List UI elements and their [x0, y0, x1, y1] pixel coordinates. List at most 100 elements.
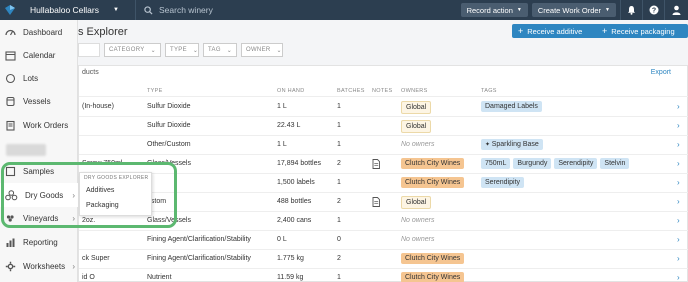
- chevron-right-icon[interactable]: ›: [677, 178, 680, 187]
- cell-tags: Damaged Labels: [481, 101, 542, 112]
- redacted-item: [6, 144, 46, 156]
- table-row[interactable]: ck Super Fining Agent/Clarification/Stabi…: [79, 250, 688, 269]
- cell-owners: No owners: [401, 141, 434, 148]
- column-header-type[interactable]: TYPE: [147, 88, 163, 94]
- column-header-tags[interactable]: TAGS: [481, 88, 497, 94]
- cell-on-hand: 22.43 L: [277, 122, 301, 129]
- table-row[interactable]: 2oz. Glass/Vessels 2,400 cans 1 No owners ›: [79, 212, 688, 231]
- table-row[interactable]: Other/Custom 1 L 1 No owners ✦ Sparkling Bas…: [79, 136, 688, 155]
- sidebar-item-dry-goods[interactable]: Dry Goods ›: [0, 183, 78, 207]
- note-icon[interactable]: [372, 159, 380, 171]
- samples-icon: [5, 166, 16, 176]
- column-header-owners[interactable]: OWNERS: [401, 88, 428, 94]
- table-row[interactable]: id O Nutrient 11.59 kg 1 Clutch City Wines ›: [79, 269, 688, 282]
- create-work-order-button[interactable]: Create Work Order ▼: [531, 3, 616, 17]
- cell-owners: Global: [401, 196, 432, 209]
- table-row[interactable]: 1,500 labels 1 Clutch City Wines Serendipit…: [79, 174, 688, 193]
- export-link[interactable]: Export: [651, 69, 671, 76]
- chevron-right-icon: ›: [72, 213, 75, 223]
- category-filter[interactable]: CATEGORY ⌄: [104, 43, 161, 57]
- sidebar-item-worksheets[interactable]: Worksheets ›: [0, 254, 78, 278]
- flyout-heading: DRY GOODS EXPLORER: [84, 175, 149, 181]
- cell-owners: No owners: [401, 236, 434, 243]
- filter-label: CATEGORY: [109, 47, 145, 53]
- type-filter[interactable]: TYPE ⌄: [165, 43, 199, 57]
- dry-goods-icon: [5, 189, 18, 200]
- chevron-down-icon: ▼: [605, 7, 610, 13]
- flyout-item-additives[interactable]: Additives: [86, 187, 114, 194]
- cell-batches: 1: [337, 274, 341, 281]
- chevron-right-icon[interactable]: ›: [677, 197, 680, 206]
- cell-on-hand: 488 bottles: [277, 198, 312, 205]
- sidebar-item-calendar[interactable]: Calendar: [0, 43, 78, 67]
- cell-batches: 1: [337, 103, 341, 110]
- user-menu-icon[interactable]: [664, 0, 688, 20]
- record-action-button[interactable]: Record action ▼: [460, 3, 528, 17]
- app-logo-icon[interactable]: [0, 0, 20, 20]
- plus-icon: +: [602, 26, 608, 36]
- receive-packaging-button[interactable]: + Receive packaging: [596, 24, 688, 38]
- table-row[interactable]: Screw 750ml Glass/Vessels 17,894 bottles 2 C…: [79, 155, 688, 174]
- cell-batches: 0: [337, 236, 341, 243]
- svg-text:?: ?: [651, 7, 655, 14]
- sidebar-item-lots[interactable]: Lots: [0, 66, 78, 90]
- owner-badge: Global: [401, 120, 432, 133]
- chevron-right-icon[interactable]: ›: [677, 235, 680, 244]
- chevron-right-icon[interactable]: ›: [677, 121, 680, 130]
- filter-bar: CATEGORY ⌄ TYPE ⌄ TAG ⌄ OWNER ⌄: [78, 43, 283, 57]
- note-icon[interactable]: [372, 197, 380, 209]
- filter-partial[interactable]: [78, 43, 100, 57]
- sidebar-item-reporting[interactable]: Reporting: [0, 230, 78, 254]
- sidebar-item-samples[interactable]: Samples: [0, 159, 78, 183]
- sidebar-item-label: Samples: [23, 166, 55, 176]
- vineyards-icon: [6, 214, 14, 222]
- column-header-on-hand[interactable]: ON HAND: [277, 88, 304, 94]
- tag-badge: Burgundy: [513, 158, 552, 169]
- cell-owners: Global: [401, 101, 432, 114]
- sidebar-item-label: Dry Goods: [25, 190, 64, 200]
- chevron-down-icon: ⌄: [192, 47, 199, 54]
- tag-filter[interactable]: TAG ⌄: [203, 43, 237, 57]
- cell-name: id O: [82, 274, 95, 281]
- owner-badge: Global: [401, 101, 432, 114]
- chevron-down-icon: ▼: [516, 7, 522, 13]
- sidebar-item-dashboard[interactable]: Dashboard: [0, 20, 78, 44]
- tag-label: 750mL: [485, 160, 507, 167]
- search-field[interactable]: Search winery: [136, 5, 461, 15]
- chevron-right-icon[interactable]: ›: [677, 159, 680, 168]
- flyout-item-packaging[interactable]: Packaging: [86, 202, 119, 209]
- column-header-batches[interactable]: BATCHES: [337, 88, 365, 94]
- help-icon[interactable]: ?: [642, 0, 664, 20]
- sidebar-item-vineyards[interactable]: Vineyards ›: [0, 206, 78, 230]
- cell-name: ck Super: [82, 255, 110, 262]
- plus-icon: +: [518, 26, 524, 36]
- winery-switcher[interactable]: Hullabaloo Cellars ▼: [20, 0, 136, 20]
- chevron-right-icon[interactable]: ›: [677, 254, 680, 263]
- chevron-right-icon[interactable]: ›: [677, 102, 680, 111]
- chevron-right-icon[interactable]: ›: [677, 273, 680, 282]
- main-content: s Explorer + Receive additive + Receive …: [78, 20, 688, 282]
- table-row[interactable]: (In-house) Sulfur Dioxide 1 L 1 Global Damage…: [79, 98, 688, 117]
- table-row[interactable]: Sulfur Dioxide 22.43 L 1 Global ›: [79, 117, 688, 136]
- cell-type: Sulfur Dioxide: [147, 103, 191, 110]
- sidebar-item-vessels[interactable]: Vessels: [0, 89, 78, 113]
- tag-label: Damaged Labels: [485, 103, 538, 110]
- chevron-right-icon[interactable]: ›: [677, 140, 680, 149]
- page-title: s Explorer: [78, 26, 128, 38]
- table-row[interactable]: ustom 488 bottles 2 Global ›: [79, 193, 688, 212]
- chevron-right-icon[interactable]: ›: [677, 216, 680, 225]
- receive-packaging-label: Receive packaging: [611, 26, 675, 36]
- sidebar-item-work-orders[interactable]: Work Orders: [0, 113, 78, 137]
- cell-tags: 750mL Burgundy Serendipity Stelvin: [481, 158, 630, 169]
- calendar-icon: [5, 50, 16, 61]
- receive-additive-button[interactable]: + Receive additive: [512, 24, 602, 38]
- notifications-bell-icon[interactable]: [620, 0, 642, 20]
- owner-badge: Clutch City Wines: [401, 253, 465, 264]
- card-label: ducts: [82, 69, 99, 76]
- table-row[interactable]: Fining Agent/Clarification/Stability 0 L 0…: [79, 231, 688, 250]
- receive-additive-label: Receive additive: [527, 26, 583, 36]
- owner-filter[interactable]: OWNER ⌄: [241, 43, 283, 57]
- column-header-notes[interactable]: NOTES: [372, 88, 392, 94]
- no-owners-label: No owners: [401, 217, 435, 224]
- tag-badge: Serendipity: [554, 158, 598, 169]
